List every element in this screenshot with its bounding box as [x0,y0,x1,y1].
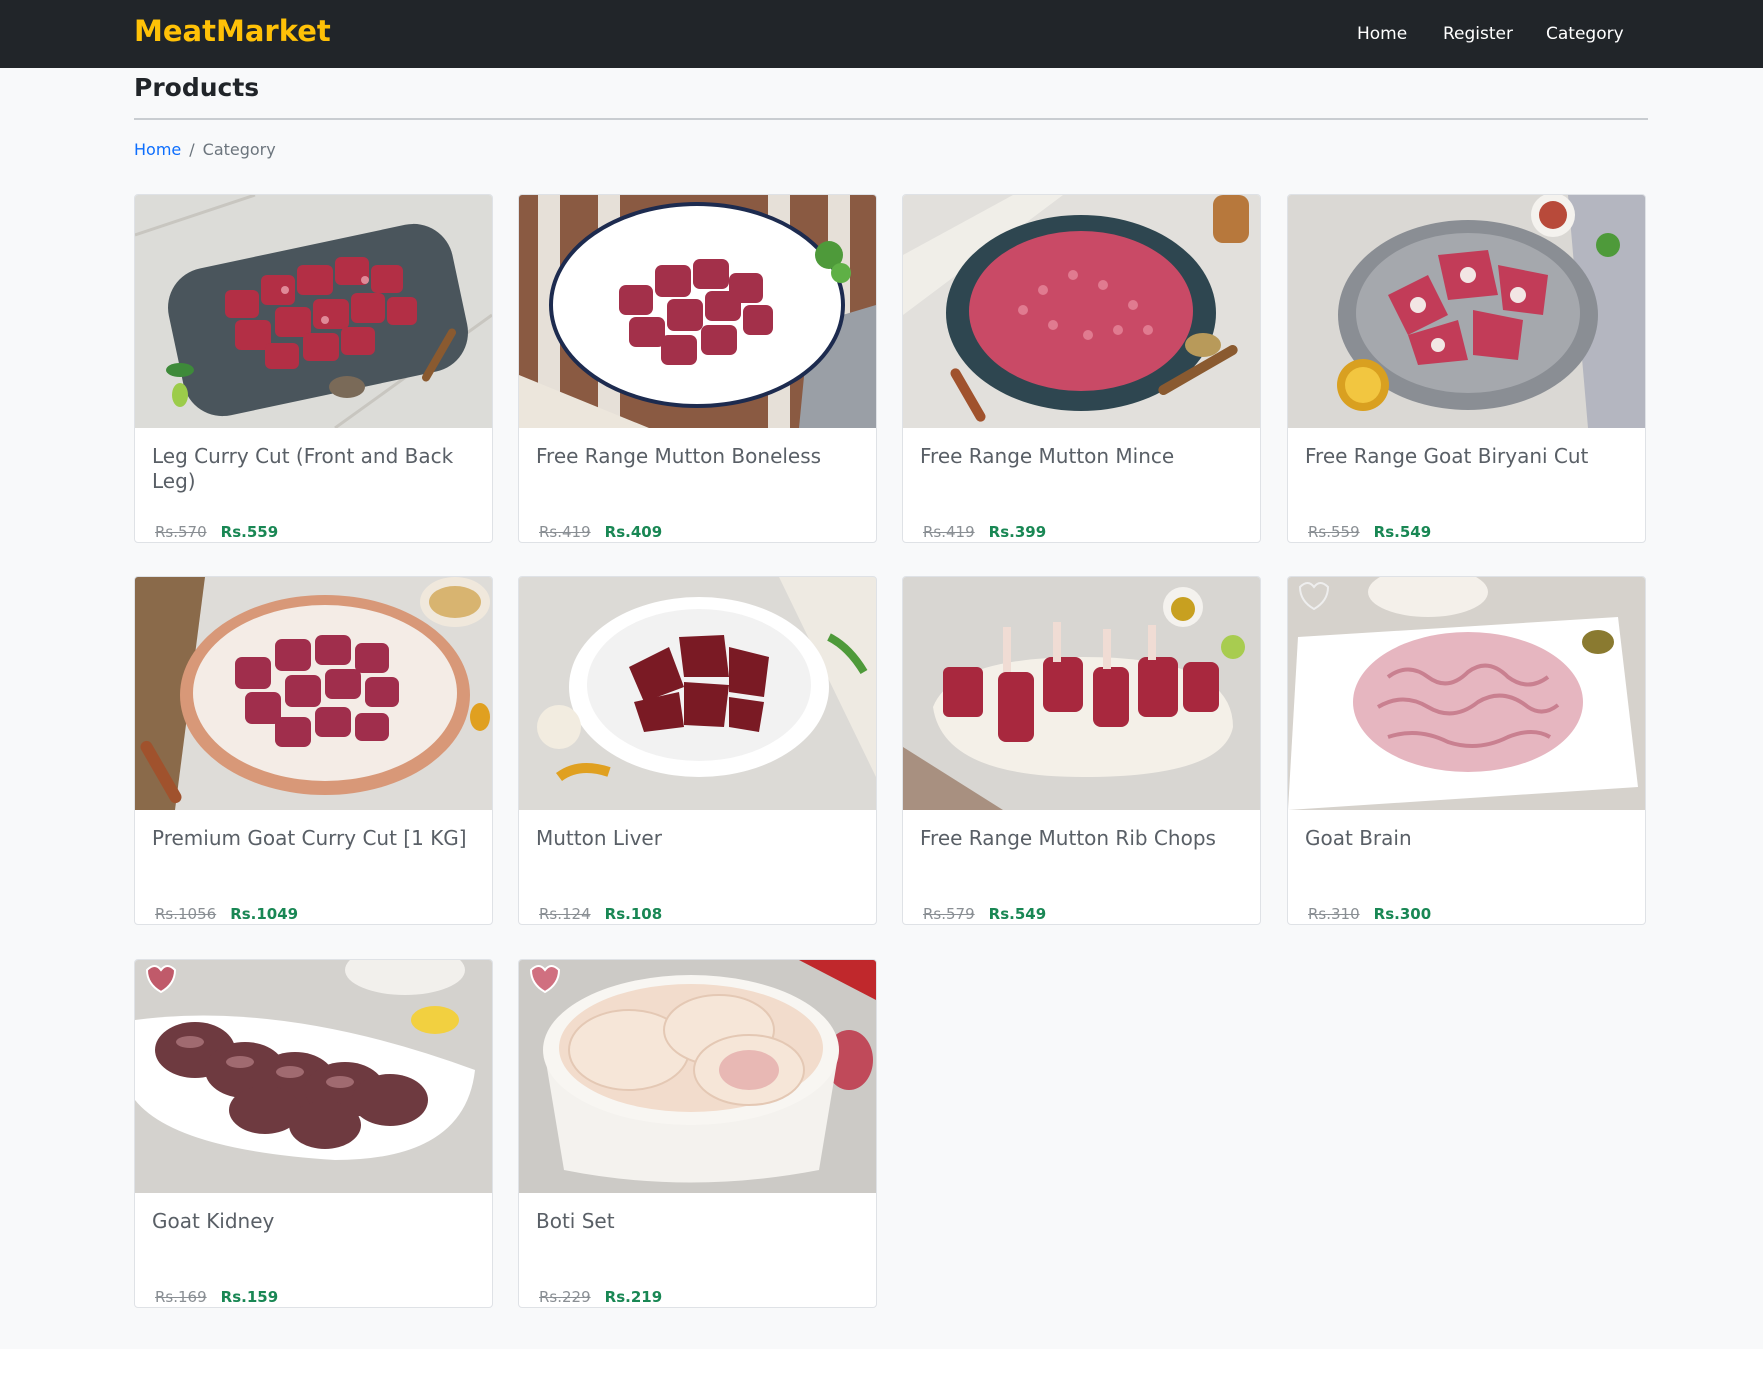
sale-price: Rs.549 [988,905,1047,923]
product-card-goat-biryani-cut[interactable]: Free Range Goat Biryani Cut Rs.559 Rs.549 [1287,194,1646,543]
sale-price: Rs.399 [988,523,1047,541]
sale-price: Rs.300 [1373,905,1432,923]
sale-price: Rs.159 [220,1288,279,1306]
sale-price: Rs.219 [604,1288,663,1306]
price-row: Rs.579 Rs.549 [923,905,1046,923]
nav-link-home[interactable]: Home [1357,24,1407,44]
original-price: Rs.229 [539,1288,591,1306]
product-image-mutton-boneless [519,195,876,428]
sale-price: Rs.1049 [230,905,299,923]
price-row: Rs.570 Rs.559 [155,523,278,541]
product-image-leg-curry-cut [135,195,492,428]
product-name: Boti Set [536,1209,615,1233]
original-price: Rs.124 [539,905,591,923]
product-name: Premium Goat Curry Cut [1 KG] [152,826,467,850]
sale-price: Rs.108 [604,905,663,923]
nav-link-category[interactable]: Category [1546,24,1624,44]
price-row: Rs.419 Rs.399 [923,523,1046,541]
product-image-boti-set [519,960,876,1193]
product-card-mutton-liver[interactable]: Mutton Liver Rs.124 Rs.108 [518,576,877,925]
product-image-mutton-liver [519,577,876,810]
sale-price: Rs.549 [1373,523,1432,541]
price-row: Rs.559 Rs.549 [1308,523,1431,541]
product-card-leg-curry-cut[interactable]: Leg Curry Cut (Front and Back Leg) Rs.57… [134,194,493,543]
original-price: Rs.570 [155,523,207,541]
breadcrumb-current: Category [202,140,276,159]
price-row: Rs.169 Rs.159 [155,1288,278,1306]
breadcrumb-home-link[interactable]: Home [134,140,181,159]
original-price: Rs.579 [923,905,975,923]
product-image-premium-goat-curry-cut [135,577,492,810]
brand-logo[interactable]: MeatMarket [134,14,331,48]
nav-link-register[interactable]: Register [1443,24,1513,44]
breadcrumb: Home / Category [134,140,276,159]
product-name: Goat Brain [1305,826,1412,850]
original-price: Rs.310 [1308,905,1360,923]
sale-price: Rs.559 [220,523,279,541]
price-row: Rs.310 Rs.300 [1308,905,1431,923]
product-image-goat-kidney [135,960,492,1193]
product-card-boti-set[interactable]: Boti Set Rs.229 Rs.219 [518,959,877,1308]
product-name: Free Range Mutton Mince [920,444,1175,468]
product-name: Free Range Mutton Rib Chops [920,826,1216,850]
product-card-premium-goat-curry-cut[interactable]: Premium Goat Curry Cut [1 KG] Rs.1056 Rs.… [134,576,493,925]
price-row: Rs.419 Rs.409 [539,523,662,541]
price-row: Rs.229 Rs.219 [539,1288,662,1306]
product-name: Goat Kidney [152,1209,275,1233]
product-name: Leg Curry Cut (Front and Back Leg) [152,444,454,493]
product-card-mutton-mince[interactable]: Free Range Mutton Mince Rs.419 Rs.399 [902,194,1261,543]
product-name: Free Range Mutton Boneless [536,444,822,468]
sale-price: Rs.409 [604,523,663,541]
product-card-mutton-boneless[interactable]: Free Range Mutton Boneless Rs.419 Rs.409 [518,194,877,543]
product-image-mutton-rib-chops [903,577,1260,810]
product-name: Free Range Goat Biryani Cut [1305,444,1589,468]
price-row: Rs.124 Rs.108 [539,905,662,923]
product-card-goat-kidney[interactable]: Goat Kidney Rs.169 Rs.159 [134,959,493,1308]
price-row: Rs.1056 Rs.1049 [155,905,298,923]
product-image-goat-brain [1288,577,1645,810]
navbar: MeatMarket Home Register Category [0,0,1763,68]
original-price: Rs.169 [155,1288,207,1306]
original-price: Rs.419 [923,523,975,541]
original-price: Rs.559 [1308,523,1360,541]
page-title: Products [134,73,260,102]
product-image-goat-biryani-cut [1288,195,1645,428]
title-divider [134,118,1648,120]
breadcrumb-separator: / [189,140,195,159]
product-name: Mutton Liver [536,826,662,850]
product-card-goat-brain[interactable]: Goat Brain Rs.310 Rs.300 [1287,576,1646,925]
original-price: Rs.1056 [155,905,217,923]
product-card-mutton-rib-chops[interactable]: Free Range Mutton Rib Chops Rs.579 Rs.549 [902,576,1261,925]
original-price: Rs.419 [539,523,591,541]
product-image-mutton-mince [903,195,1260,428]
